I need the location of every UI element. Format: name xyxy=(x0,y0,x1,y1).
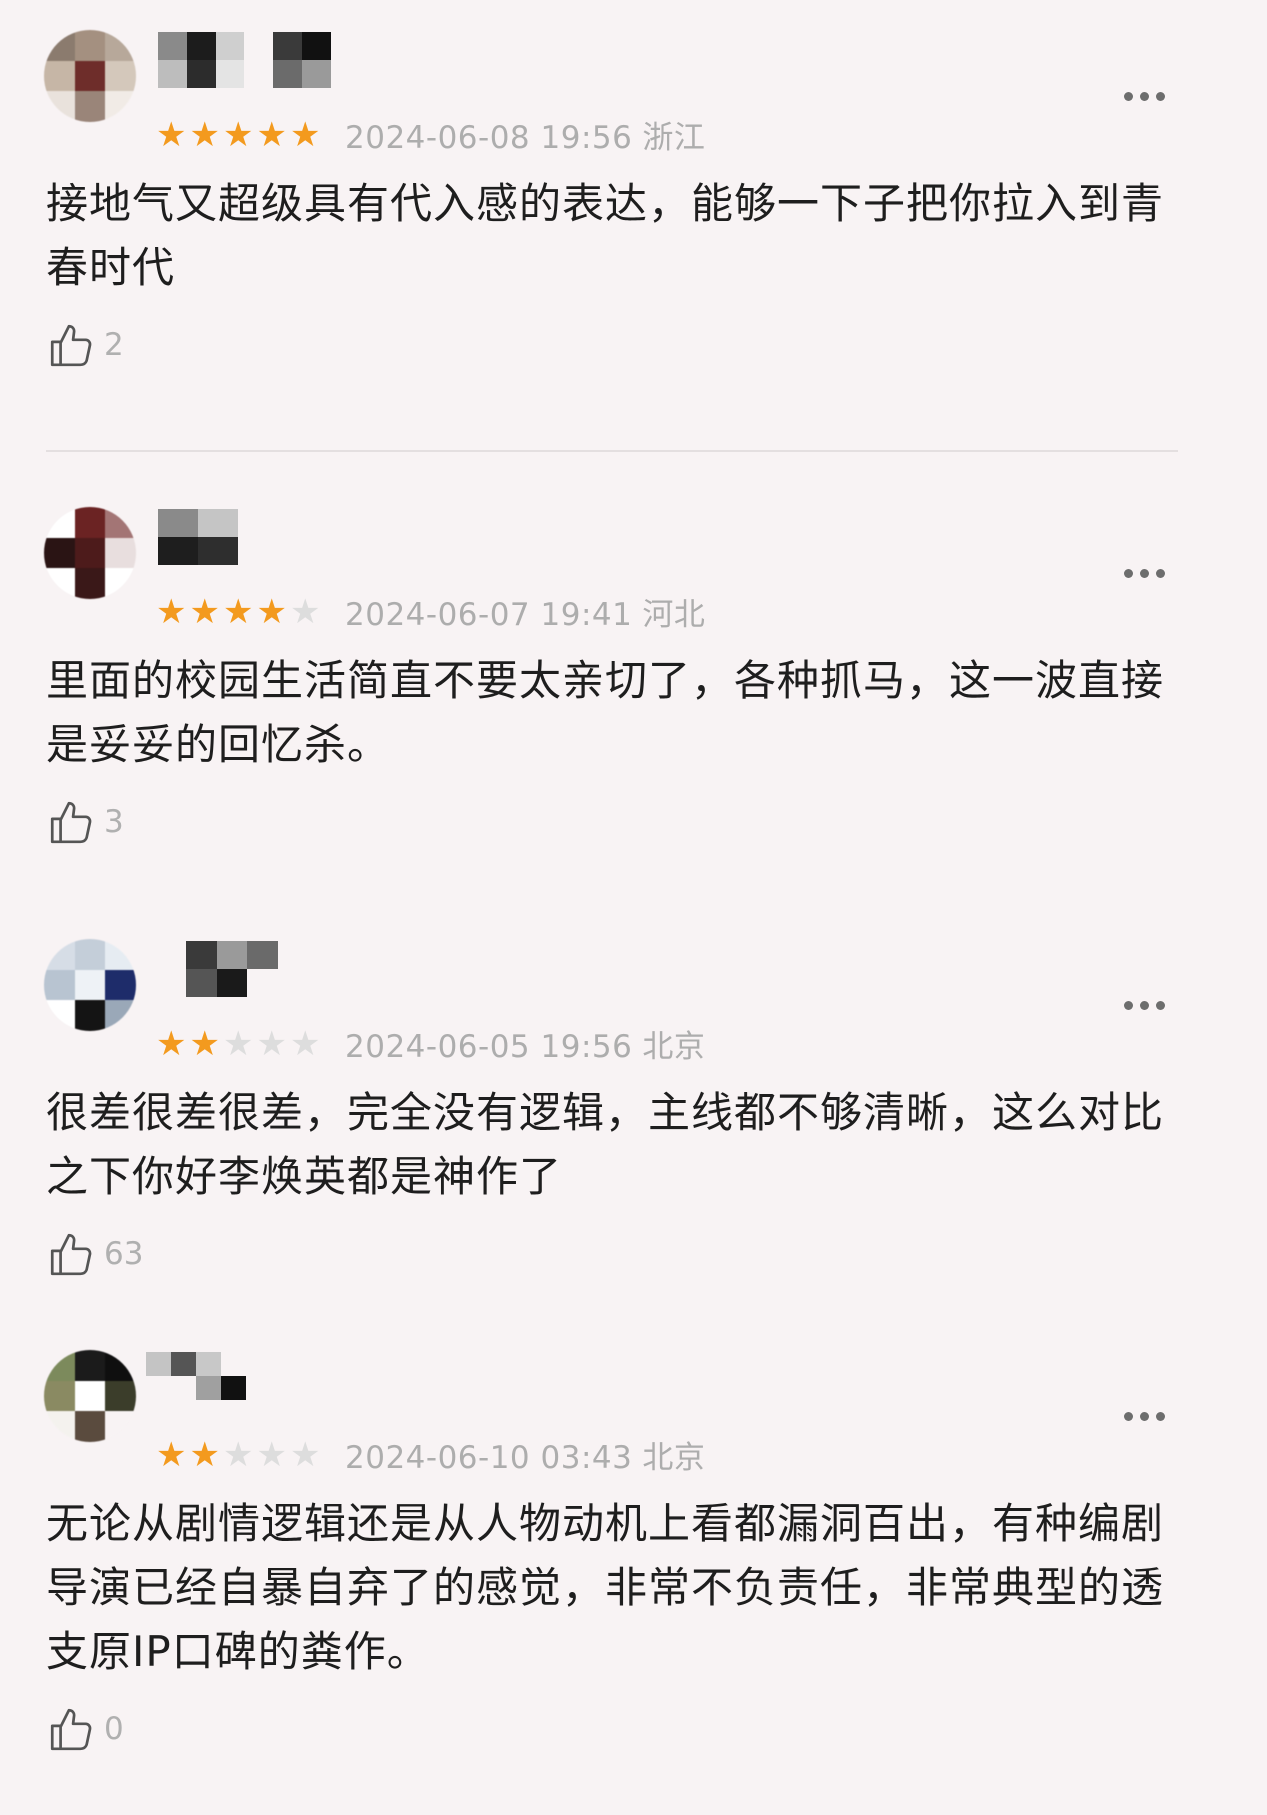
review-region: 北京 xyxy=(642,1440,706,1476)
review-content: 无论从剧情逻辑还是从人物动机上看都漏洞百出，有种编剧导演已经自暴自弃了的感觉，非… xyxy=(46,1499,1165,1676)
star-icon: ★ xyxy=(289,1435,321,1475)
review-region: 河北 xyxy=(642,597,706,633)
review-meta: 2024-06-07 19:41 河北 xyxy=(345,595,705,635)
star-rating: ★ ★ ★ ★ ★ xyxy=(156,595,320,629)
more-dots-icon[interactable] xyxy=(1124,1001,1165,1010)
star-icon: ★ xyxy=(156,1024,187,1064)
review-content: 接地气又超级具有代入感的表达，能够一下子把你拉入到青春时代 xyxy=(46,179,1165,292)
like-button[interactable]: 2 xyxy=(46,320,124,370)
like-count: 2 xyxy=(104,327,124,363)
star-icon: ★ xyxy=(256,1024,287,1064)
star-icon: ★ xyxy=(189,592,220,632)
username[interactable] xyxy=(158,509,278,565)
star-icon: ★ xyxy=(289,1024,321,1064)
username[interactable] xyxy=(158,32,388,88)
like-count: 63 xyxy=(104,1236,144,1272)
review-region: 北京 xyxy=(642,1029,706,1065)
star-icon: ★ xyxy=(189,115,220,155)
more-dots-icon[interactable] xyxy=(1124,569,1165,578)
star-icon: ★ xyxy=(256,1435,287,1475)
star-rating: ★ ★ ★ ★ ★ xyxy=(156,1438,320,1472)
like-count: 3 xyxy=(104,804,124,840)
username[interactable] xyxy=(186,941,278,997)
username[interactable] xyxy=(146,1352,246,1400)
thumbs-up-icon xyxy=(50,801,92,844)
review-meta: 2024-06-08 19:56 浙江 xyxy=(345,118,705,158)
thumbs-up-icon xyxy=(50,1708,92,1751)
review-meta: 2024-06-10 03:43 北京 xyxy=(345,1438,705,1478)
more-dots-icon[interactable] xyxy=(1124,92,1165,101)
star-icon: ★ xyxy=(189,1435,220,1475)
avatar[interactable] xyxy=(44,1350,136,1442)
star-rating: ★ ★ ★ ★ ★ xyxy=(156,118,320,152)
star-icon: ★ xyxy=(256,592,287,632)
review-date: 2024-06-07 19:41 xyxy=(345,597,633,633)
star-icon: ★ xyxy=(189,1024,220,1064)
star-icon: ★ xyxy=(156,115,187,155)
star-icon: ★ xyxy=(289,592,321,632)
avatar[interactable] xyxy=(44,939,136,1031)
star-icon: ★ xyxy=(222,1024,254,1064)
like-button[interactable]: 3 xyxy=(46,797,124,847)
star-icon: ★ xyxy=(222,592,254,632)
star-icon: ★ xyxy=(289,115,321,155)
review-date: 2024-06-08 19:56 xyxy=(345,120,633,156)
review-date: 2024-06-05 19:56 xyxy=(345,1029,633,1065)
star-icon: ★ xyxy=(156,592,187,632)
like-count: 0 xyxy=(104,1711,124,1747)
thumbs-up-icon xyxy=(50,324,92,367)
star-rating: ★ ★ ★ ★ ★ xyxy=(156,1027,320,1061)
divider xyxy=(46,450,1178,452)
review-content: 里面的校园生活简直不要太亲切了，各种抓马，这一波直接是妥妥的回忆杀。 xyxy=(46,656,1165,769)
like-button[interactable]: 63 xyxy=(46,1229,143,1279)
star-icon: ★ xyxy=(256,115,287,155)
thumbs-up-icon xyxy=(50,1233,92,1276)
review-meta: 2024-06-05 19:56 北京 xyxy=(345,1027,705,1067)
review-date: 2024-06-10 03:43 xyxy=(345,1440,633,1476)
star-icon: ★ xyxy=(222,115,254,155)
review-region: 浙江 xyxy=(642,120,706,156)
star-icon: ★ xyxy=(222,1435,254,1475)
review-content: 很差很差很差，完全没有逻辑，主线都不够清晰，这么对比之下你好李焕英都是神作了 xyxy=(46,1088,1165,1201)
like-button[interactable]: 0 xyxy=(46,1704,124,1754)
star-icon: ★ xyxy=(156,1435,187,1475)
avatar[interactable] xyxy=(44,507,136,599)
more-dots-icon[interactable] xyxy=(1124,1412,1165,1421)
avatar[interactable] xyxy=(44,30,136,122)
